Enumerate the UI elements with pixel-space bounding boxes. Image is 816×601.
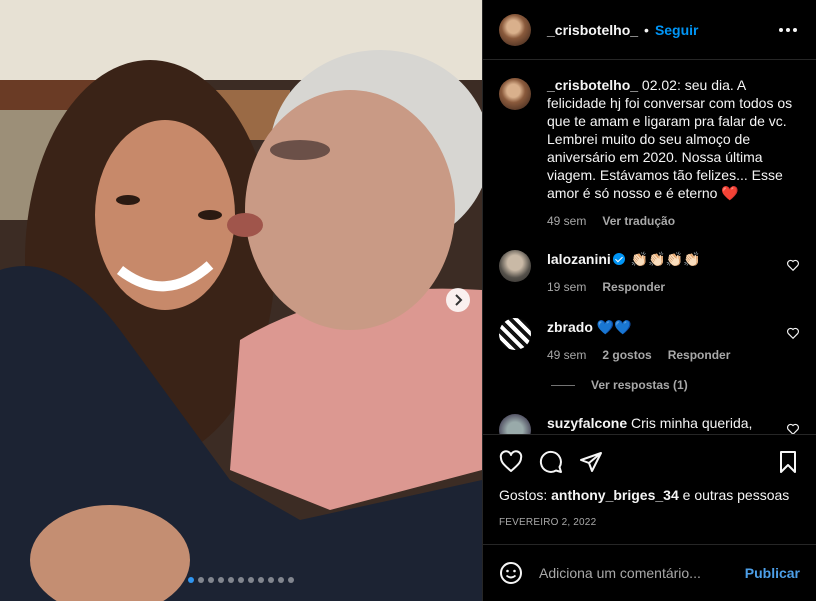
more-horizontal-icon [779, 27, 797, 32]
commenter-username[interactable]: suzyfalcone [547, 415, 627, 431]
save-button[interactable] [776, 450, 800, 474]
comment-text: Cris minha querida, [631, 415, 753, 431]
post-date[interactable]: FEVEREIRO 2, 2022 [499, 517, 800, 528]
comments-list[interactable]: _crisbotelho_ 02.02: seu dia. A felicida… [483, 60, 816, 434]
likes-user[interactable]: anthony_briges_34 [551, 487, 679, 503]
comment-time[interactable]: 19 sem [547, 278, 586, 296]
post-side-panel: _crisbotelho_ • Seguir _crisbotelho_ 02.… [482, 0, 816, 601]
heart-emoji: ❤️ [721, 185, 739, 201]
post-media[interactable] [0, 0, 482, 601]
post-photo [0, 0, 482, 601]
view-replies-button[interactable]: Ver respostas (1) [551, 378, 800, 392]
comment-item: zbrado 💙💙 49 sem 2 gostos Responder [499, 318, 800, 364]
caption-time[interactable]: 49 sem [547, 212, 586, 230]
reply-button[interactable]: Responder [668, 346, 731, 364]
carousel-dot [228, 577, 234, 583]
likes-suffix[interactable]: e outras pessoas [683, 487, 790, 503]
post-caption: _crisbotelho_ 02.02: seu dia. A felicida… [499, 76, 800, 230]
like-comment-heart-icon[interactable] [786, 258, 800, 272]
replies-divider [551, 384, 575, 386]
likes-summary: Gostos: anthony_briges_34 e outras pesso… [499, 487, 800, 503]
comment-text: 👏🏻👏🏻👏🏻👏🏻 [630, 251, 701, 267]
carousel-dot [258, 577, 264, 583]
caption-text: 02.02: seu dia. A felicidade hj foi conv… [547, 77, 793, 201]
author-avatar[interactable] [499, 13, 531, 46]
comment-text: 💙💙 [596, 319, 632, 335]
comment-likes[interactable]: 2 gostos [602, 346, 651, 364]
carousel-dot [238, 577, 244, 583]
carousel-dot [278, 577, 284, 583]
comment-bubble-icon [539, 450, 562, 473]
likes-prefix: Gostos: [499, 487, 548, 503]
reply-button[interactable]: Responder [602, 278, 665, 296]
verified-badge-icon [612, 253, 625, 265]
view-replies-label: Ver respostas (1) [591, 378, 688, 392]
comment-time[interactable]: 49 sem [547, 346, 586, 364]
carousel-dot [218, 577, 224, 583]
next-slide-button[interactable] [446, 288, 470, 312]
follow-button[interactable]: Seguir [655, 22, 699, 38]
add-comment-bar: Publicar [483, 544, 816, 601]
share-button[interactable] [579, 450, 603, 474]
comment-item: suzyfalcone Cris minha querida, [499, 414, 800, 434]
caption-avatar[interactable] [499, 78, 531, 110]
commenter-avatar[interactable] [499, 414, 531, 434]
comment-input[interactable] [539, 565, 745, 581]
comment-item: lalozanini 👏🏻👏🏻👏🏻👏🏻 19 sem Responder [499, 250, 800, 296]
emoji-icon[interactable] [499, 561, 523, 585]
like-comment-heart-icon[interactable] [786, 326, 800, 340]
heart-icon [499, 450, 523, 472]
like-button[interactable] [499, 450, 523, 474]
header-separator: • [644, 21, 649, 38]
post-actions: Gostos: anthony_briges_34 e outras pesso… [483, 434, 816, 528]
post-header: _crisbotelho_ • Seguir [483, 0, 816, 60]
carousel-dot [248, 577, 254, 583]
carousel-dot [198, 577, 204, 583]
more-options-button[interactable] [776, 18, 800, 42]
chevron-right-icon [455, 294, 463, 306]
commenter-avatar[interactable] [499, 250, 531, 282]
like-comment-heart-icon[interactable] [786, 422, 800, 434]
author-username[interactable]: _crisbotelho_ [547, 22, 638, 38]
comment-button[interactable] [539, 450, 563, 474]
commenter-username[interactable]: zbrado [547, 319, 593, 335]
commenter-avatar[interactable] [499, 318, 531, 350]
carousel-dot [268, 577, 274, 583]
carousel-dots [0, 577, 482, 583]
carousel-dot [288, 577, 294, 583]
publish-button[interactable]: Publicar [745, 565, 800, 581]
carousel-dot [188, 577, 194, 583]
commenter-username[interactable]: lalozanini [547, 251, 611, 267]
carousel-dot [208, 577, 214, 583]
paper-plane-icon [580, 452, 602, 472]
caption-username[interactable]: _crisbotelho_ [547, 77, 638, 93]
bookmark-icon [780, 451, 796, 473]
translate-link[interactable]: Ver tradução [602, 212, 675, 230]
